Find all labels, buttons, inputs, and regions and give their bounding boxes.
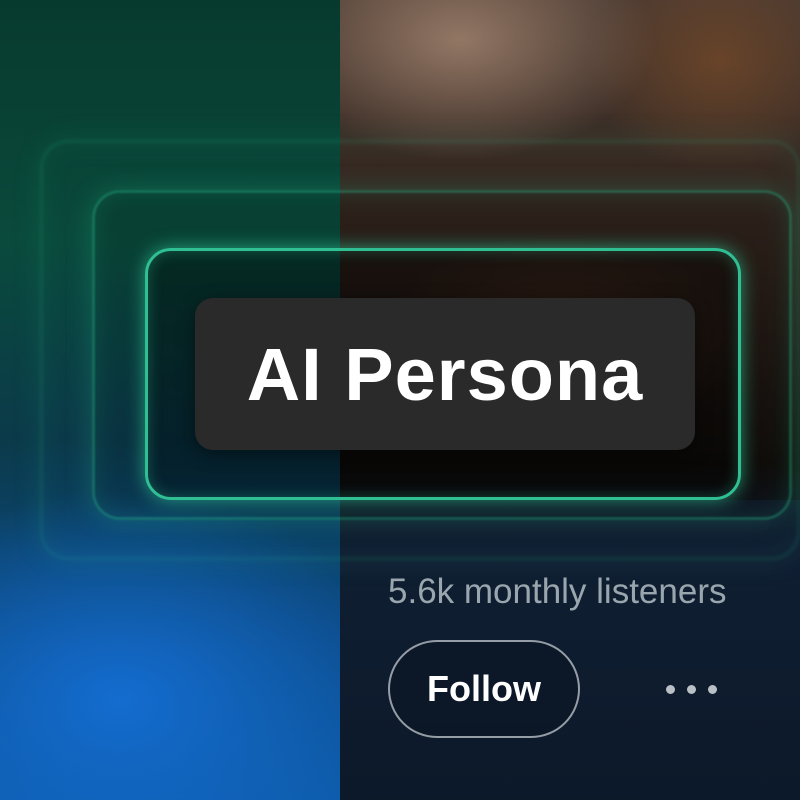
follow-button[interactable]: Follow <box>388 640 580 738</box>
more-options-button[interactable] <box>648 664 734 714</box>
more-horizontal-icon-dot <box>707 684 717 694</box>
monthly-listeners-count: 5.6k monthly listeners <box>388 572 727 611</box>
artist-header: AI Persona 5.6k monthly listeners Follow <box>0 0 800 800</box>
more-horizontal-icon <box>665 684 675 694</box>
artist-name: AI Persona <box>246 332 644 416</box>
artist-name-card: AI Persona <box>195 298 695 450</box>
more-horizontal-icon-dot <box>686 684 696 694</box>
